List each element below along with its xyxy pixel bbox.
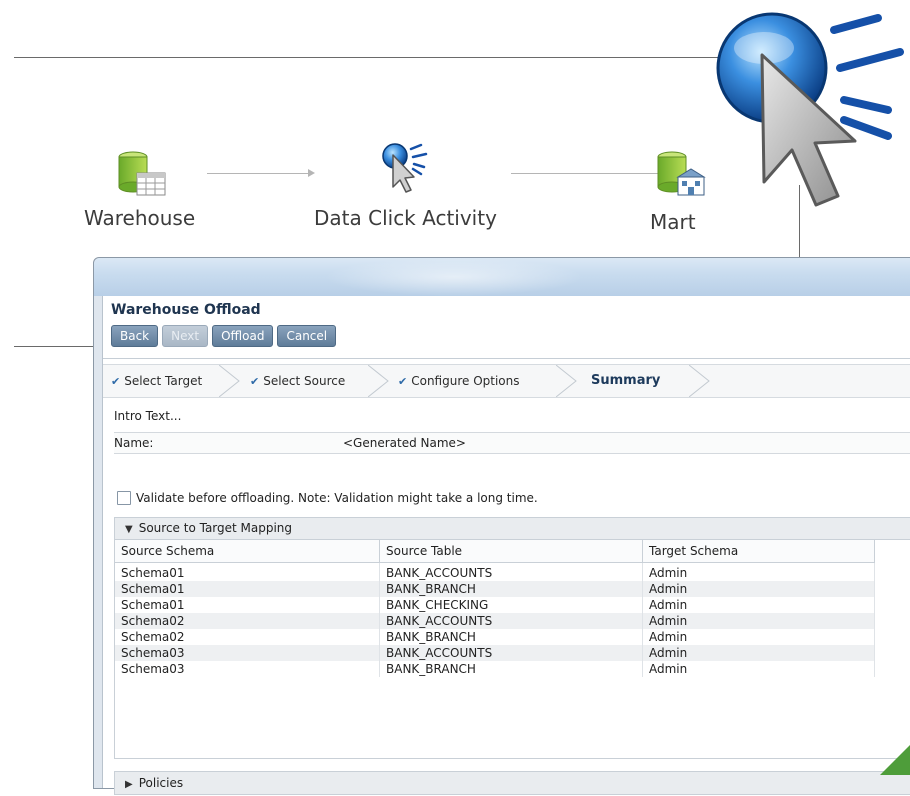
- window-titlebar[interactable]: [94, 258, 910, 296]
- step-select-source[interactable]: ✔ Select Source: [250, 365, 345, 397]
- step-separator-icon: [556, 365, 577, 397]
- column-header-target-schema[interactable]: Target Schema: [642, 540, 875, 563]
- table-row[interactable]: Schema02 BANK_ACCOUNTS Admin: [115, 613, 875, 629]
- table-cell: BANK_BRANCH: [379, 661, 643, 677]
- step-separator-icon: [219, 365, 240, 397]
- check-icon: ✔: [250, 375, 260, 388]
- check-icon: ✔: [111, 375, 121, 388]
- mapping-section-title: Source to Target Mapping: [138, 521, 293, 535]
- validate-label: Validate before offloading. Note: Valida…: [136, 491, 538, 505]
- table-cell: BANK_ACCOUNTS: [379, 562, 643, 581]
- table-cell: BANK_ACCOUNTS: [379, 613, 643, 629]
- table-cell: Admin: [642, 645, 875, 661]
- table-cell: Admin: [642, 661, 875, 677]
- table-cell: Admin: [642, 629, 875, 645]
- left-connector-line: [14, 346, 100, 347]
- table-row[interactable]: Schema03 BANK_ACCOUNTS Admin: [115, 645, 875, 661]
- wizard-steps: ✔ Select Target ✔ Select Source ✔ Configure…: [103, 364, 910, 398]
- policies-title: Policies: [138, 776, 184, 790]
- table-cell: Admin: [642, 613, 875, 629]
- table-cell: BANK_CHECKING: [379, 597, 643, 613]
- data-click-cursor-icon: [382, 143, 428, 193]
- offload-button[interactable]: Offload: [212, 325, 274, 347]
- table-cell: Schema02: [115, 629, 380, 645]
- mapping-section-header[interactable]: ▼ Source to Target Mapping: [115, 518, 910, 540]
- back-button[interactable]: Back: [111, 325, 159, 347]
- table-cell: Schema02: [115, 613, 380, 629]
- warehouse-offload-window: Warehouse Offload Back Next Offload Canc…: [93, 257, 910, 795]
- expand-right-icon: ▶: [125, 779, 133, 790]
- table-cell: Schema03: [115, 645, 380, 661]
- wizard-toolbar: Back Next Offload Cancel: [111, 325, 337, 347]
- table-row[interactable]: Schema01 BANK_BRANCH Admin: [115, 581, 875, 597]
- step-label: Summary: [591, 373, 661, 388]
- validate-option[interactable]: Validate before offloading. Note: Valida…: [117, 491, 538, 505]
- flow-label-data-click-activity: Data Click Activity: [314, 206, 497, 230]
- expand-down-icon: ▼: [125, 524, 133, 535]
- decorative-corner: [880, 745, 910, 775]
- table-row[interactable]: Schema02 BANK_BRANCH Admin: [115, 629, 875, 645]
- header-divider: [103, 358, 910, 359]
- name-value: <Generated Name>: [343, 436, 466, 450]
- table-cell: Schema01: [115, 597, 380, 613]
- top-connector-line: [14, 57, 726, 58]
- step-configure-options[interactable]: ✔ Configure Options: [398, 365, 520, 397]
- table-cell: Admin: [642, 597, 875, 613]
- column-header-source-schema[interactable]: Source Schema: [115, 540, 380, 563]
- table-cell: BANK_BRANCH: [379, 581, 643, 597]
- database-table-icon: [118, 151, 166, 196]
- step-label: Configure Options: [411, 374, 520, 388]
- flow-label-mart: Mart: [650, 210, 696, 234]
- name-row: Name: <Generated Name>: [114, 432, 910, 454]
- step-summary[interactable]: Summary: [591, 365, 660, 397]
- table-row[interactable]: Schema01 BANK_CHECKING Admin: [115, 597, 875, 613]
- flow-arrow-2: [511, 169, 665, 177]
- flow-arrow-1: [207, 169, 315, 177]
- column-header-source-table[interactable]: Source Table: [379, 540, 643, 563]
- table-cell: Schema01: [115, 581, 380, 597]
- source-to-target-mapping-section: ▼ Source to Target Mapping Source Schema …: [114, 517, 910, 759]
- step-separator-icon: [368, 365, 389, 397]
- table-cell: BANK_BRANCH: [379, 629, 643, 645]
- table-cell: Schema03: [115, 661, 380, 677]
- table-row[interactable]: Schema01 BANK_ACCOUNTS Admin: [115, 562, 875, 581]
- flow-label-warehouse: Warehouse: [84, 206, 196, 230]
- large-data-click-icon: [716, 12, 904, 207]
- step-select-target[interactable]: ✔ Select Target: [111, 365, 202, 397]
- validate-checkbox[interactable]: [117, 491, 131, 505]
- table-row[interactable]: Schema03 BANK_BRANCH Admin: [115, 661, 875, 677]
- cancel-button[interactable]: Cancel: [277, 325, 337, 347]
- next-button[interactable]: Next: [162, 325, 209, 347]
- step-label: Select Source: [263, 374, 346, 388]
- step-label: Select Target: [124, 374, 203, 388]
- mapping-table: Source Schema Source Table Target Schema…: [115, 540, 875, 677]
- intro-text: Intro Text...: [114, 409, 182, 423]
- wizard-panel: Warehouse Offload Back Next Offload Canc…: [102, 296, 910, 795]
- table-cell: BANK_ACCOUNTS: [379, 645, 643, 661]
- table-cell: Admin: [642, 562, 875, 581]
- name-label: Name:: [114, 436, 154, 450]
- step-separator-icon: [689, 365, 710, 397]
- table-cell: Schema01: [115, 562, 380, 581]
- check-icon: ✔: [398, 375, 408, 388]
- database-mart-icon: [657, 151, 706, 196]
- table-cell: Admin: [642, 581, 875, 597]
- page-title: Warehouse Offload: [111, 302, 261, 318]
